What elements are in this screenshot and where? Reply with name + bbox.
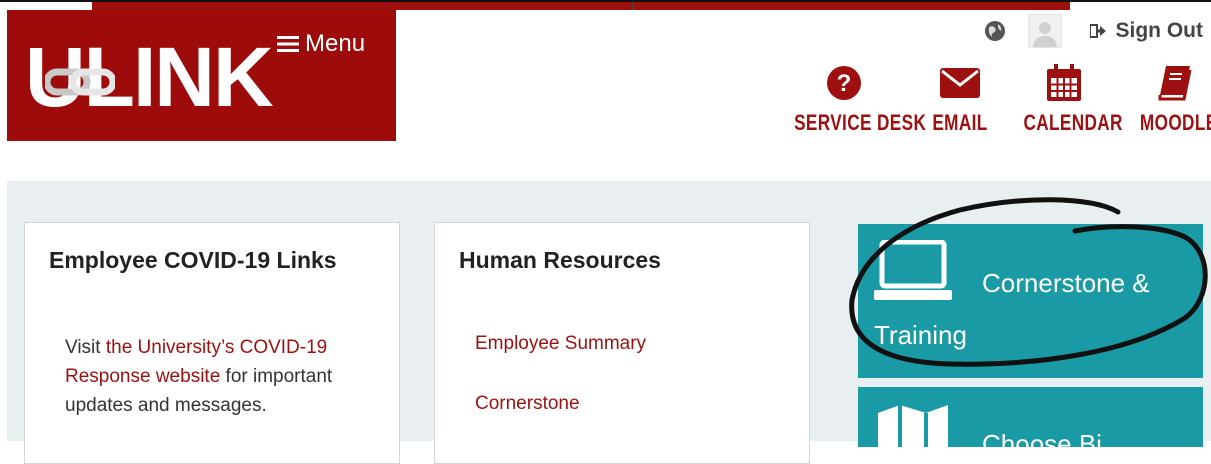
second-tile-title: Choose Bi xyxy=(982,429,1102,459)
cornerstone-training-tile[interactable]: Cornerstone & Training xyxy=(858,224,1203,378)
employee-summary-link[interactable]: Employee Summary xyxy=(475,333,646,355)
menu-button[interactable]: Menu xyxy=(277,30,365,58)
quick-link-moodle[interactable]: MOODLE xyxy=(1130,62,1211,136)
second-tile[interactable]: Choose Bi xyxy=(858,387,1203,459)
dashboard-panel: Employee COVID-19 Links Visit the Univer… xyxy=(7,181,1211,464)
sign-out-link[interactable]: Sign Out xyxy=(1089,19,1204,43)
sign-out-label: Sign Out xyxy=(1115,19,1204,42)
covid-message: Visit the University’s COVID-19 Response… xyxy=(65,333,365,420)
quick-links: ? SERVICE DESK EMAIL CALENDAR MOODLE xyxy=(780,62,1211,142)
user-avatar[interactable] xyxy=(1027,14,1062,48)
quick-link-label: MOODLE xyxy=(1139,110,1211,135)
cornerstone-link[interactable]: Cornerstone xyxy=(475,393,580,415)
envelope-icon xyxy=(940,68,980,98)
header-tools: Sign Out xyxy=(984,14,1204,48)
quick-link-label: CALENDAR xyxy=(1023,110,1123,135)
menu-label: Menu xyxy=(305,30,366,57)
user-silhouette-icon xyxy=(1032,22,1057,47)
quick-link-calendar[interactable]: CALENDAR xyxy=(1012,62,1123,136)
top-accent-bar xyxy=(92,2,1070,10)
quick-link-label: EMAIL xyxy=(932,110,988,135)
tile-title-line1: Cornerstone & xyxy=(982,268,1150,298)
chain-link-icon xyxy=(45,68,115,96)
logo-block[interactable]: ULINK Menu xyxy=(7,10,396,141)
tile-title-line2: Training xyxy=(874,320,967,350)
card-title: Employee COVID-19 Links xyxy=(49,247,337,273)
top-accent-divider xyxy=(632,2,633,10)
quick-link-service-desk[interactable]: ? SERVICE DESK xyxy=(780,62,927,136)
book-icon xyxy=(1158,66,1192,101)
quick-link-label: SERVICE DESK xyxy=(794,110,927,135)
card-title: Human Resources xyxy=(459,247,661,273)
globe-icon[interactable] xyxy=(984,20,1006,42)
question-circle-icon: ? xyxy=(827,66,861,100)
human-resources-card: Human Resources Employee Summary Corners… xyxy=(434,222,810,464)
sign-out-icon xyxy=(1089,24,1106,38)
calendar-icon xyxy=(1047,64,1081,101)
laptop-icon xyxy=(874,240,952,300)
hamburger-icon xyxy=(277,36,299,52)
map-icon xyxy=(878,405,948,447)
quick-link-email[interactable]: EMAIL xyxy=(908,62,1012,136)
covid-text-before: Visit xyxy=(65,337,106,358)
svg-text:?: ? xyxy=(837,70,852,97)
covid-links-card: Employee COVID-19 Links Visit the Univer… xyxy=(24,222,400,464)
